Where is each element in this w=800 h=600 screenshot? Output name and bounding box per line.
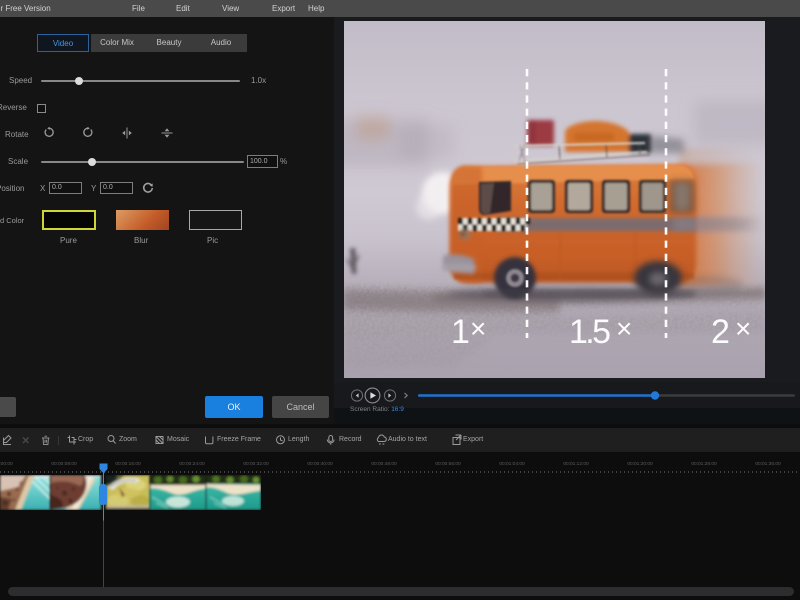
svg-text:×: × bbox=[470, 313, 486, 344]
svg-text:1: 1 bbox=[451, 313, 470, 351]
svg-text:2: 2 bbox=[711, 313, 730, 351]
svg-text:×: × bbox=[735, 313, 751, 344]
svg-text:×: × bbox=[616, 313, 632, 344]
svg-text:1.5: 1.5 bbox=[569, 313, 611, 351]
